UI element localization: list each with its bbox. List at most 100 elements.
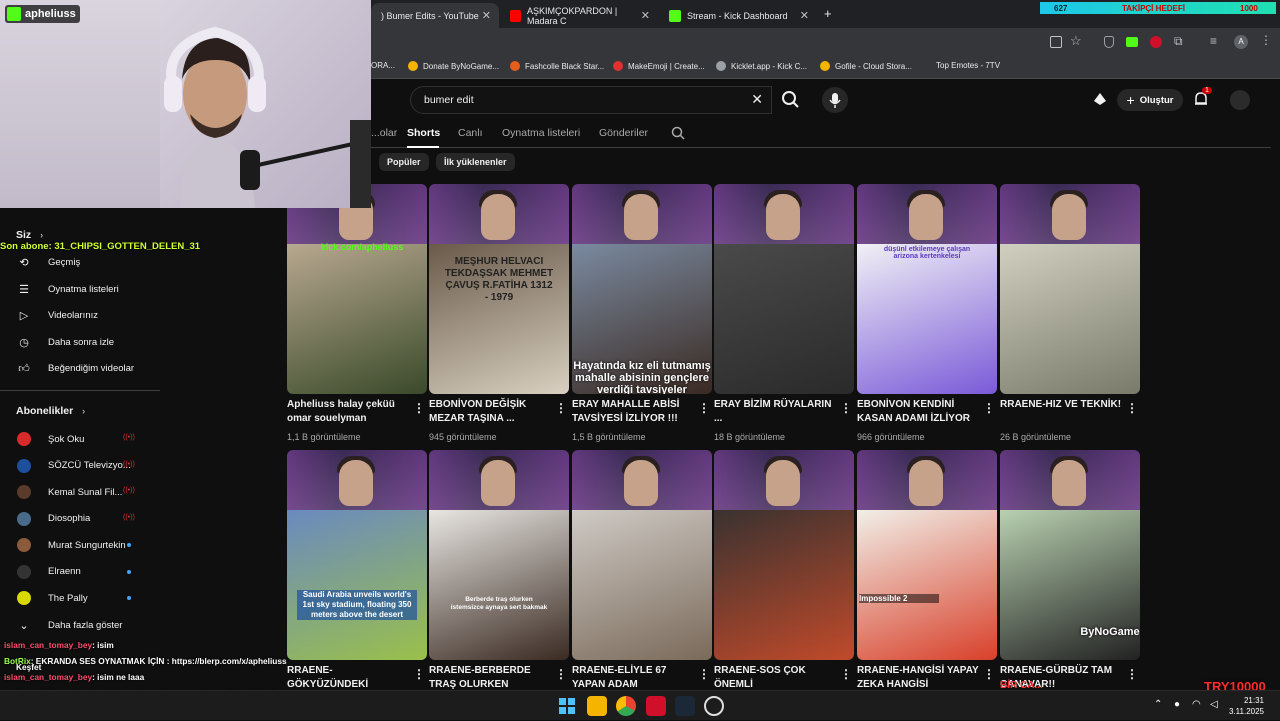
sidebar-subscription[interactable]: Kemal Sunal Fil... xyxy=(17,484,122,500)
chrome-icon[interactable] xyxy=(616,696,636,716)
tray-mic-icon[interactable]: ● xyxy=(1174,699,1180,710)
kick-extension-icon[interactable] xyxy=(1126,37,1138,47)
tab-shorts[interactable]: Shorts xyxy=(407,127,440,139)
account-avatar[interactable] xyxy=(1230,90,1250,110)
short-card[interactable]: kick.com/apheliuss Apheliuss halay çeküü … xyxy=(287,184,427,446)
menu-kebab-icon[interactable]: ⋮ xyxy=(1260,33,1272,47)
more-options-icon[interactable]: ⋮ xyxy=(983,401,995,415)
search-query[interactable]: bumer edit xyxy=(424,94,474,106)
extension-icon[interactable] xyxy=(1150,36,1162,48)
short-card[interactable]: Saudi Arabia unveils world's 1st sky sta… xyxy=(287,450,427,690)
short-thumbnail[interactable]: Hayatında kız eli tutmamış mahalle abisi… xyxy=(572,184,712,394)
more-options-icon[interactable]: ⋮ xyxy=(983,667,995,681)
sidebar-subscription[interactable]: SÖZCÜ Televizyo... xyxy=(17,458,131,474)
short-title[interactable]: RRAENE-BERBERDE TRAŞ OLURKEN xyxy=(429,664,553,690)
short-card[interactable]: düşünl etkilemeye çalışan arizona kerten… xyxy=(857,184,997,446)
chip-first-uploaded[interactable]: İlk yüklenenler xyxy=(436,153,515,171)
notifications-button[interactable]: 1 xyxy=(1192,87,1212,113)
sidebar-subscription[interactable]: The Pally xyxy=(17,590,88,606)
tab-bumer-edits[interactable]: ) Bumer Edits - YouTube ✕ xyxy=(371,3,499,28)
short-thumbnail[interactable]: Berberde traş olurken istemsizce aynaya … xyxy=(429,450,569,660)
bookmark-item[interactable]: Gofile - Cloud Stora... xyxy=(820,61,912,71)
system-clock[interactable]: 21:31 3.11.2025 xyxy=(1229,695,1264,717)
bookmark-item[interactable]: Top Emotes - 7TV xyxy=(936,61,1000,70)
bookmark-item[interactable]: Kicklet.app - Kick C... xyxy=(716,61,807,71)
sidebar-item-watch-later[interactable]: ◷ Daha sonra izle xyxy=(17,334,114,350)
close-tab-icon[interactable]: ✕ xyxy=(482,9,491,22)
search-input[interactable]: bumer edit ✕ xyxy=(410,86,772,114)
more-options-icon[interactable]: ⋮ xyxy=(840,667,852,681)
short-card[interactable]: Berberde traş olurken istemsizce aynaya … xyxy=(429,450,569,690)
voice-search-button[interactable] xyxy=(822,87,848,113)
short-thumbnail[interactable] xyxy=(1000,184,1140,394)
sidebar-item-history[interactable]: ⟲ Geçmiş xyxy=(17,254,80,270)
close-tab-icon[interactable]: ✕ xyxy=(641,9,650,22)
install-icon[interactable] xyxy=(1050,36,1062,48)
sidebar-item-your-videos[interactable]: ▷ Videolarınız xyxy=(17,307,98,323)
create-button[interactable]: + Oluştur xyxy=(1117,89,1183,111)
volume-icon[interactable]: ◁ xyxy=(1210,699,1218,710)
chip-popular[interactable]: Popüler xyxy=(379,153,429,171)
sidebar-subscription[interactable]: Diosophia xyxy=(17,511,90,527)
steam-icon[interactable] xyxy=(675,696,695,716)
subscriptions-header[interactable]: Abonelikler › xyxy=(16,405,85,417)
media-icon[interactable]: ≡ xyxy=(1210,34,1217,48)
short-title[interactable]: RRAENE-SOS ÇOK ÖNEMLİ xyxy=(714,664,838,690)
app-icon[interactable] xyxy=(646,696,666,716)
short-thumbnail[interactable] xyxy=(714,184,854,394)
show-more-button[interactable]: ⌄ Daha fazla göster xyxy=(17,617,122,633)
cast-icon[interactable] xyxy=(1092,91,1108,107)
more-options-icon[interactable]: ⋮ xyxy=(698,401,710,415)
close-tab-icon[interactable]: ✕ xyxy=(800,9,809,22)
short-card[interactable]: RRAENE-HIZ VE TEKNİK! ⋮ 26 B görüntüleme xyxy=(1000,184,1140,446)
short-card[interactable]: Hayatında kız eli tutmamış mahalle abisi… xyxy=(572,184,712,446)
short-card[interactable]: RRAENE-ELİYLE 67 YAPAN ADAM ⋮ xyxy=(572,450,712,690)
short-title[interactable]: EBONİVON DEĞİŞİK MEZAR TAŞINA ... xyxy=(429,398,553,426)
short-title[interactable]: ERAY MAHALLE ABİSİ TAVSİYESİ İZLİYOR !!! xyxy=(572,398,696,426)
more-options-icon[interactable]: ⋮ xyxy=(413,667,425,681)
short-card[interactable]: Impossible 2 RRAENE-HANGİSİ YAPAY ZEKA HA… xyxy=(857,450,997,690)
short-thumbnail[interactable] xyxy=(714,450,854,660)
short-thumbnail[interactable]: MEŞHUR HELVACI TEKDAŞSAK MEHMET ÇAVUŞ R.… xyxy=(429,184,569,394)
short-title[interactable]: RRAENE-GÖKYÜZÜNDEKİ xyxy=(287,664,411,690)
tab-playlists[interactable]: Oynatma listeleri xyxy=(502,127,580,139)
start-button[interactable] xyxy=(557,696,577,716)
sidebar-subscription[interactable]: Murat Sungurtekin xyxy=(17,537,126,553)
bookmark-item[interactable]: MakeEmoji | Create... xyxy=(613,61,705,71)
short-title[interactable]: RRAENE-HIZ VE TEKNİK! xyxy=(1000,398,1124,412)
channel-search-icon[interactable] xyxy=(671,126,685,140)
search-button[interactable] xyxy=(772,86,810,114)
clear-search-icon[interactable]: ✕ xyxy=(751,91,763,108)
tab-madara[interactable]: AŞKIMÇOKPARDON | Madara C ✕ xyxy=(500,3,658,28)
profile-avatar[interactable]: A xyxy=(1234,35,1248,49)
sidebar-item-playlists[interactable]: ☰ Oynatma listeleri xyxy=(17,281,119,297)
sidebar-item-liked-videos[interactable]: 👍︎ Beğendiğim videolar xyxy=(17,360,134,376)
more-options-icon[interactable]: ⋮ xyxy=(840,401,852,415)
more-options-icon[interactable]: ⋮ xyxy=(413,401,425,415)
bookmark-star-icon[interactable]: ☆ xyxy=(1070,33,1082,49)
bookmark-item[interactable]: Donate ByNoGame... xyxy=(408,61,499,71)
obs-icon[interactable] xyxy=(704,696,724,716)
short-thumbnail[interactable]: Impossible 2 xyxy=(857,450,997,660)
tab-videos[interactable]: ...olar xyxy=(371,127,397,139)
short-thumbnail[interactable]: Saudi Arabia unveils world's 1st sky sta… xyxy=(287,450,427,660)
short-title[interactable]: RRAENE-HANGİSİ YAPAY ZEKA HANGİSİ xyxy=(857,664,981,690)
sidebar-subscription[interactable]: Elraenn xyxy=(17,564,81,580)
short-card[interactable]: ByNoGame RRAENE-GÜRBÜZ TAM CANAVAR!! ⋮ xyxy=(1000,450,1140,690)
more-options-icon[interactable]: ⋮ xyxy=(555,401,567,415)
tab-posts[interactable]: Gönderiler xyxy=(599,127,648,139)
tray-chevron-icon[interactable]: ⌃ xyxy=(1154,699,1162,710)
puzzle-icon[interactable]: ⧉ xyxy=(1174,34,1183,49)
bookmark-item[interactable]: ORA... xyxy=(371,61,395,70)
more-options-icon[interactable]: ⋮ xyxy=(1126,667,1138,681)
short-title[interactable]: ERAY BİZİM RÜYALARIN ... xyxy=(714,398,838,426)
new-tab-button[interactable]: + xyxy=(824,6,832,21)
you-section-header[interactable]: Siz › xyxy=(16,229,43,241)
shield-icon[interactable] xyxy=(1104,36,1114,48)
short-thumbnail[interactable]: düşünl etkilemeye çalışan arizona kerten… xyxy=(857,184,997,394)
tab-kick-dashboard[interactable]: Stream - Kick Dashboard ✕ xyxy=(659,3,817,28)
tab-live[interactable]: Canlı xyxy=(458,127,483,139)
short-card[interactable]: MEŞHUR HELVACI TEKDAŞSAK MEHMET ÇAVUŞ R.… xyxy=(429,184,569,446)
more-options-icon[interactable]: ⋮ xyxy=(1126,401,1138,415)
short-title[interactable]: EBONİVON KENDİNİ KASAN ADAMI İZLİYOR xyxy=(857,398,981,426)
